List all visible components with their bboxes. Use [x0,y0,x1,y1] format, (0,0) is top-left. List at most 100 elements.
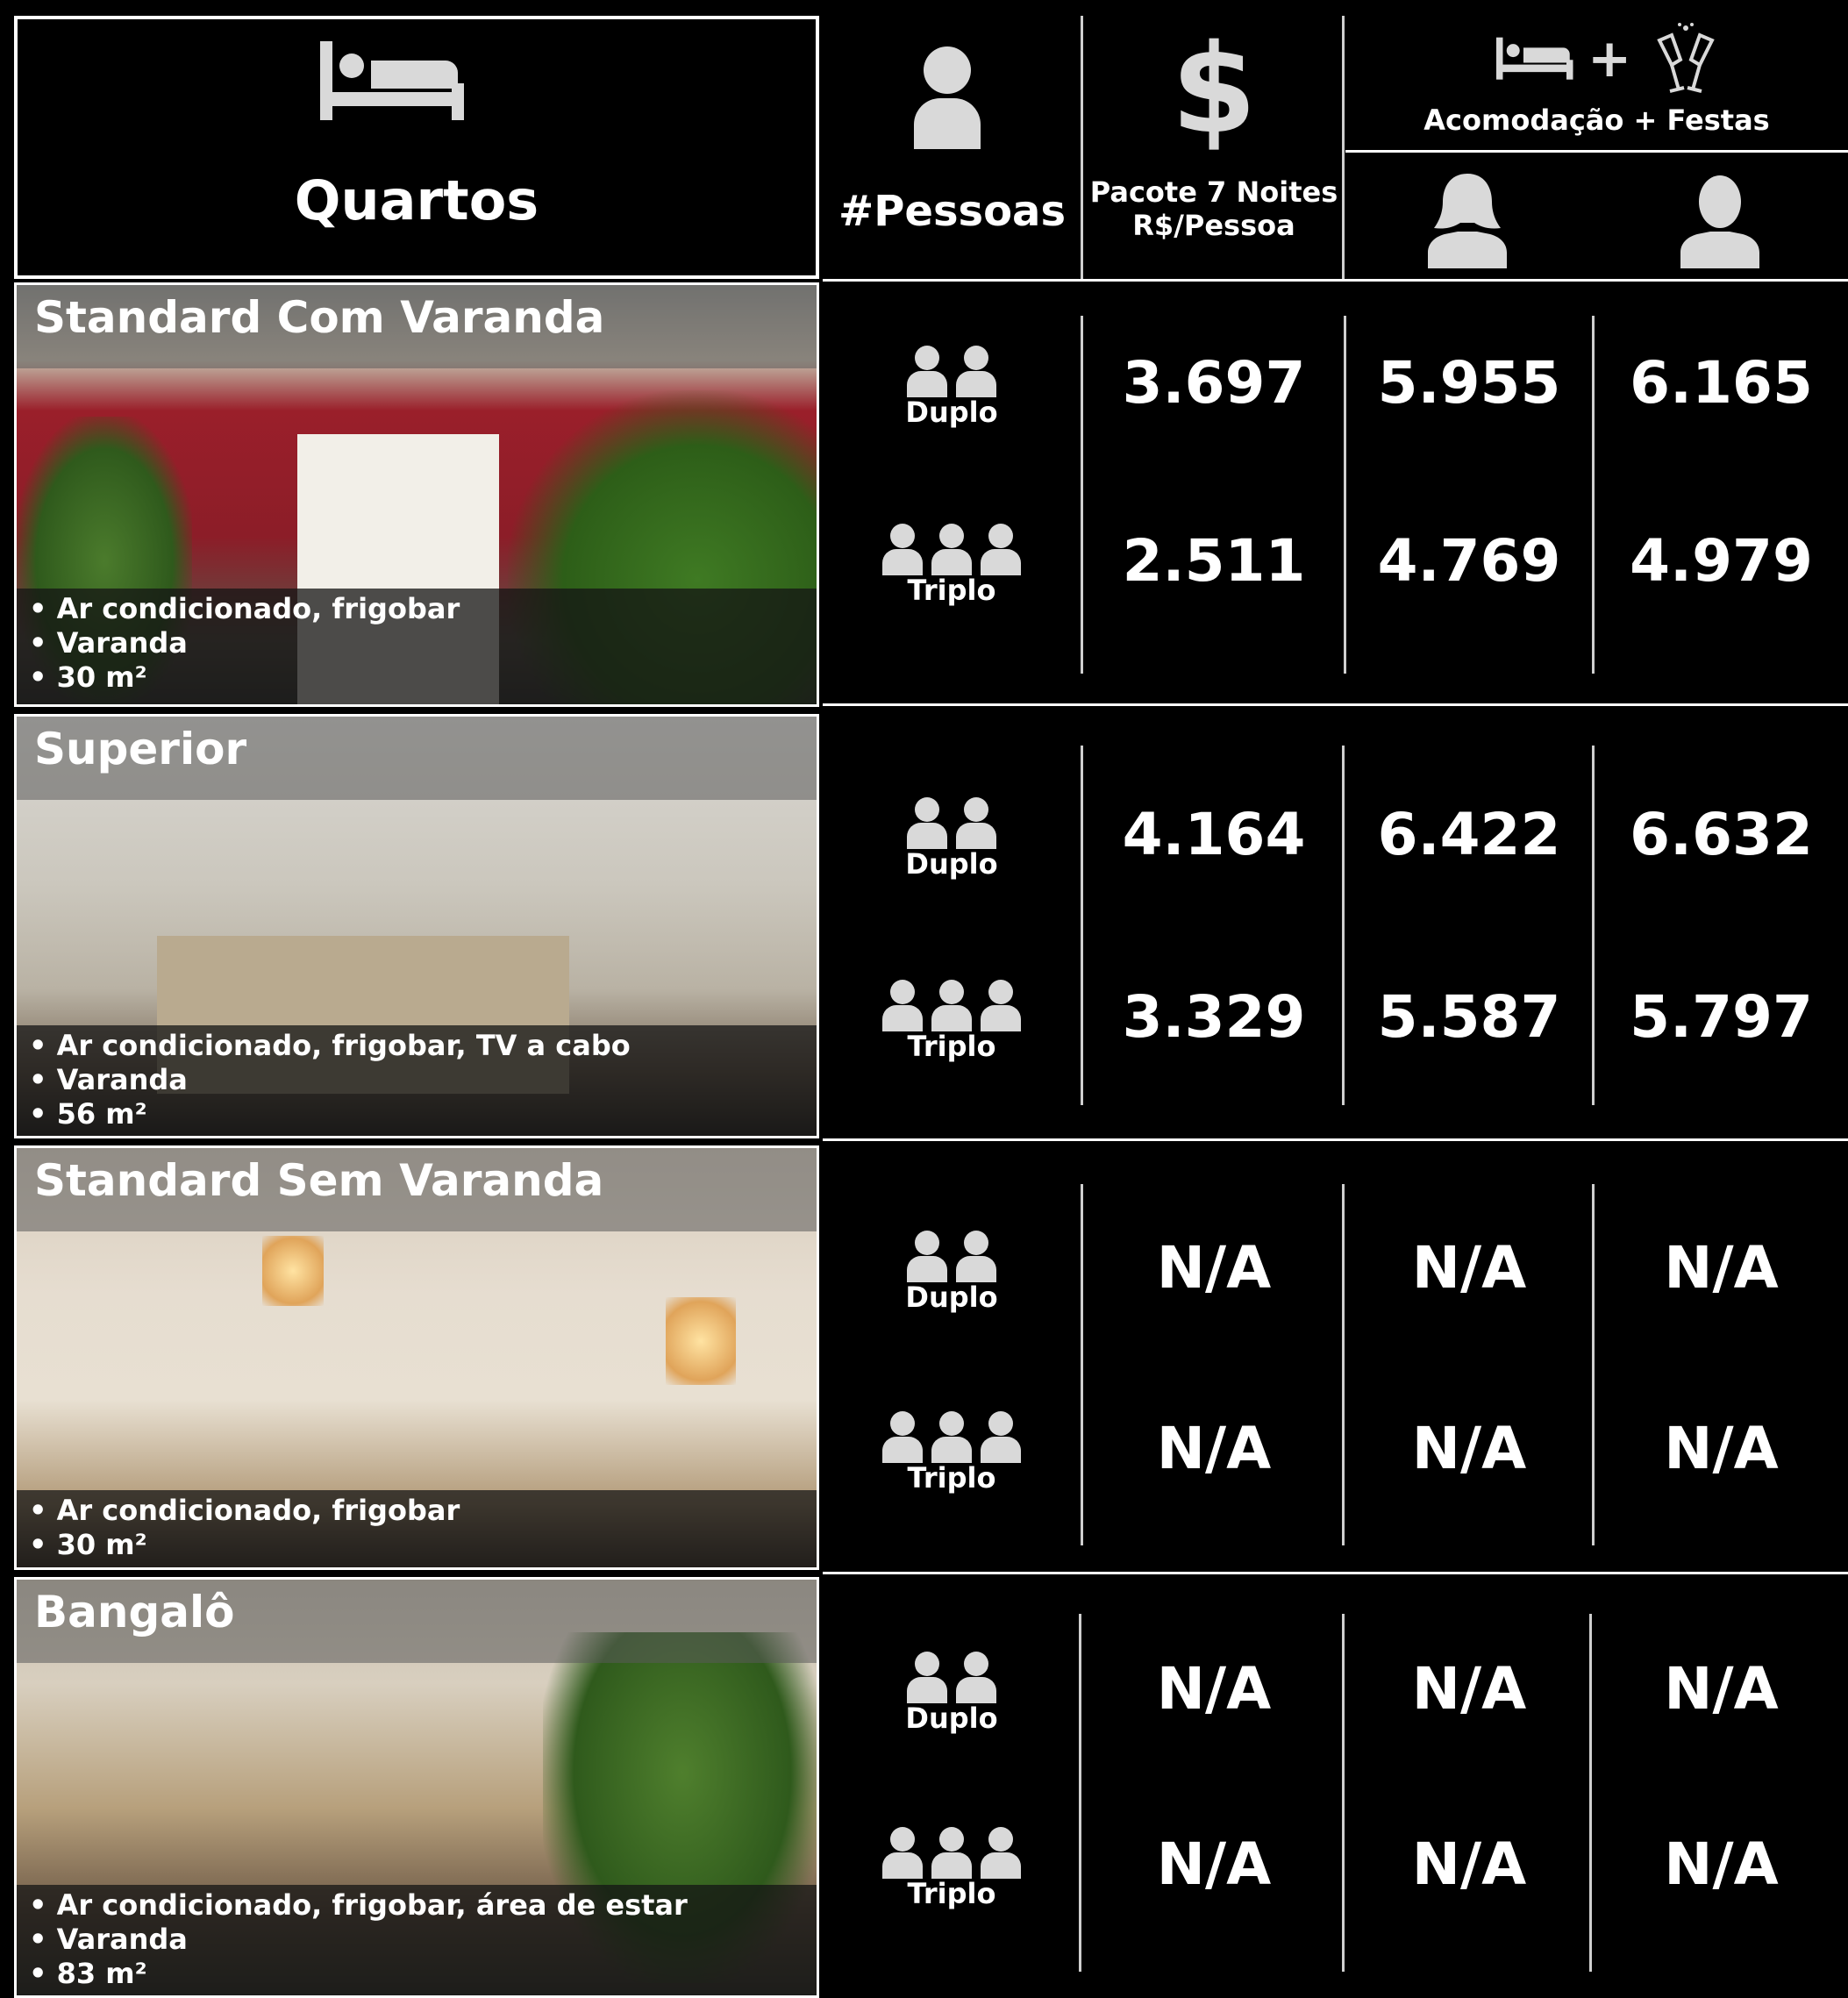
person-icon [882,1827,923,1879]
occupancy-duplo: Duplo [855,1651,1048,1735]
price-package: N/A [1156,1415,1272,1482]
occupancy-label: Duplo [905,396,998,429]
price-male: 5.797 [1630,983,1813,1051]
person-icon [956,1652,996,1703]
package-title-line1: Pacote 7 Noites [1089,175,1338,209]
price-male: N/A [1664,1415,1779,1482]
dollar-icon: $ [1171,18,1257,161]
room-feature: • 30 m² [29,660,147,694]
room-feature: • Varanda [29,626,188,660]
person-icon [907,1231,947,1282]
price-package: 3.697 [1122,349,1306,417]
price-female: 5.955 [1377,349,1561,417]
room-card-bangalo: Bangalô • Ar condicionado, frigobar, áre… [14,1577,819,1998]
party-title: Acomodação + Festas [1423,103,1770,137]
champagne-icon [1657,23,1715,93]
price-male: 6.165 [1630,349,1813,417]
person-icon [907,797,947,849]
room-features: • Ar condicionado, frigobar, área de est… [17,1885,817,1995]
occupancy-label: Triplo [907,1877,996,1910]
occupancy-triplo: Triplo [855,1410,1048,1495]
person-icon [882,524,923,575]
package-title-line2: R$/Pessoa [1132,209,1295,242]
room-photo-lamp-left [262,1236,324,1306]
person-icon [931,524,972,575]
price-female: N/A [1411,1830,1527,1898]
room-name: Standard Com Varanda [34,292,605,343]
room-card-standard-com-varanda: Standard Com Varanda • Ar condicionado, … [14,282,819,707]
room-feature: • Ar condicionado, frigobar [29,592,460,625]
person-icon [882,1411,923,1463]
price-female: N/A [1411,1415,1527,1482]
room-feature: • Ar condicionado, frigobar [29,1494,460,1527]
price-package: N/A [1156,1655,1272,1723]
plus-sign: + [1588,28,1632,89]
room-feature: • Ar condicionado, frigobar, área de est… [29,1888,688,1922]
room-name: Superior [34,724,247,774]
occupancy-label: Duplo [905,1702,998,1735]
rooms-header: Quartos [14,16,819,279]
room-feature: • Varanda [29,1923,188,1956]
room-features: • Ar condicionado, frigobar • 30 m² [17,1490,817,1567]
room-features: • Ar condicionado, frigobar • Varanda • … [17,589,817,704]
price-package: 2.511 [1122,527,1306,595]
room-feature: • 56 m² [29,1097,147,1131]
room-name: Bangalô [34,1587,235,1638]
person-icon [956,1231,996,1282]
occupancy-duplo: Duplo [855,1230,1048,1314]
price-package: 3.329 [1122,983,1306,1051]
price-package: N/A [1156,1234,1272,1302]
person-icon [981,524,1021,575]
price-female: 6.422 [1377,801,1561,868]
person-icon [931,1827,972,1879]
person-icon [914,46,981,149]
person-icon [931,980,972,1031]
room-name: Standard Sem Varanda [34,1155,604,1206]
price-male: N/A [1664,1830,1779,1898]
package-header: $ Pacote 7 Noites R$/Pessoa [1084,16,1344,279]
rooms-title: Quartos [294,168,539,232]
room-feature: • Ar condicionado, frigobar, TV a cabo [29,1029,631,1062]
price-male: 4.979 [1630,527,1813,595]
occupancy-label: Triplo [907,574,996,607]
room-features: • Ar condicionado, frigobar, TV a cabo •… [17,1025,817,1136]
occupancy-label: Triplo [907,1461,996,1495]
occupancy-duplo: Duplo [855,345,1048,429]
price-female: N/A [1411,1234,1527,1302]
person-icon [956,346,996,397]
room-feature: • 83 m² [29,1957,147,1990]
occupancy-triplo: Triplo [855,523,1048,607]
person-icon [956,797,996,849]
price-male: N/A [1664,1655,1779,1723]
bed-icon [320,41,464,120]
person-icon [931,1411,972,1463]
price-male: 6.632 [1630,801,1813,868]
party-header: + Acomodação + Festas [1345,16,1848,279]
person-icon [981,1411,1021,1463]
occupancy-triplo: Triplo [855,979,1048,1063]
occupancy-label: Duplo [905,847,998,881]
room-feature: • Varanda [29,1063,188,1096]
room-feature: • 30 m² [29,1528,147,1561]
occupancy-duplo: Duplo [855,796,1048,881]
person-icon [981,980,1021,1031]
price-package: N/A [1156,1830,1272,1898]
price-female: 5.587 [1377,983,1561,1051]
occupancy-label: Duplo [905,1281,998,1314]
occupancy-triplo: Triplo [855,1826,1048,1910]
price-female: 4.769 [1377,527,1561,595]
male-person-icon [1680,175,1759,268]
room-photo-lamp-right [666,1297,736,1385]
person-icon [882,980,923,1031]
female-person-icon [1428,174,1507,268]
price-package: 4.164 [1122,801,1306,868]
price-female: N/A [1411,1655,1527,1723]
person-icon [981,1827,1021,1879]
people-header: #Pessoas [823,16,1081,279]
price-male: N/A [1664,1234,1779,1302]
people-title: #Pessoas [838,187,1067,236]
room-card-superior: Superior • Ar condicionado, frigobar, TV… [14,714,819,1138]
person-icon [907,1652,947,1703]
bed-icon [1496,37,1573,80]
person-icon [907,346,947,397]
